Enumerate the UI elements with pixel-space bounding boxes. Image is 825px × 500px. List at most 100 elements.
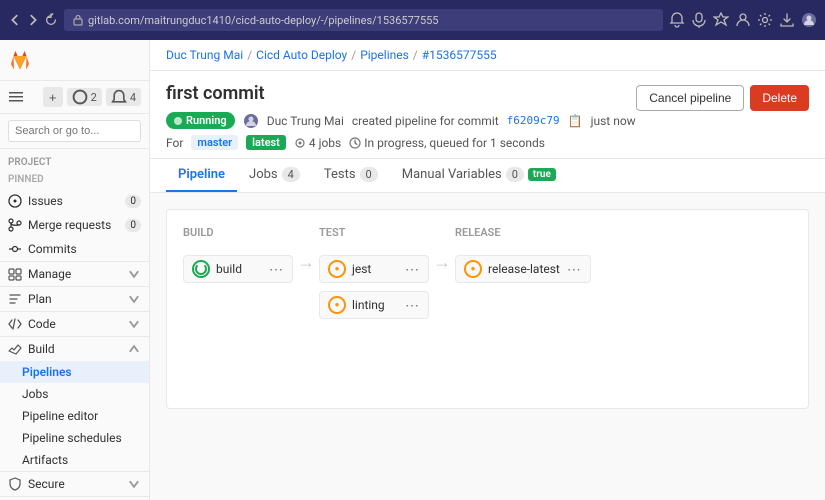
tabs-bar: Pipeline Jobs 4 Tests 0 Manual Variables… bbox=[150, 159, 825, 193]
commit-hash[interactable]: f6209c79 bbox=[507, 114, 560, 127]
sidebar-sub-item-pipelines[interactable]: Pipelines bbox=[0, 361, 149, 383]
job-linting-menu-button[interactable]: ⋯ bbox=[404, 297, 420, 313]
sidebar-group-code-header[interactable]: Code bbox=[0, 312, 149, 336]
job-linting-status-icon bbox=[328, 296, 346, 314]
pipeline-schedules-sub-label: Pipeline schedules bbox=[22, 431, 122, 445]
manage-icon bbox=[8, 267, 22, 281]
merge-requests-label: Merge requests bbox=[28, 218, 111, 232]
issues-label: Issues bbox=[28, 194, 63, 208]
tab-manual-variables[interactable]: Manual Variables 0 true bbox=[390, 159, 568, 192]
tab-tests-badge: 0 bbox=[360, 167, 378, 182]
sidebar-group-plan: Plan bbox=[0, 286, 149, 311]
code-chevron-icon bbox=[127, 317, 141, 331]
sidebar-group-manage-header[interactable]: Manage bbox=[0, 262, 149, 286]
notification-icon[interactable] bbox=[669, 12, 685, 28]
sidebar-item-commits[interactable]: Commits bbox=[0, 237, 149, 261]
stage-release: release release-latest ⋯ bbox=[455, 226, 591, 283]
search-input[interactable] bbox=[8, 120, 141, 142]
job-jest-label: jest bbox=[352, 262, 371, 276]
sidebar-group-plan-header[interactable]: Plan bbox=[0, 287, 149, 311]
sidebar-sub-item-artifacts[interactable]: Artifacts bbox=[0, 449, 149, 471]
latest-badge: latest bbox=[246, 135, 286, 150]
pipeline-graph-area: build build ⋯ → test jest ⋯ bbox=[150, 193, 825, 500]
star-icon[interactable] bbox=[713, 12, 729, 28]
pipeline-editor-sub-label: Pipeline editor bbox=[22, 409, 98, 423]
build-label: Build bbox=[28, 342, 55, 356]
sidebar-actions-bar: + 2 4 bbox=[0, 81, 149, 114]
new-item-button[interactable]: + bbox=[43, 87, 63, 107]
job-jest[interactable]: jest ⋯ bbox=[319, 255, 429, 283]
lock-icon bbox=[72, 14, 84, 26]
progress-text: In progress, queued for 1 seconds bbox=[364, 136, 545, 150]
code-icon bbox=[8, 317, 22, 331]
breadcrumb-part-2[interactable]: Pipelines bbox=[360, 48, 409, 62]
job-release-latest-label: release-latest bbox=[488, 262, 560, 276]
stage-arrow-0: → bbox=[293, 226, 319, 273]
plan-label: Plan bbox=[28, 292, 52, 306]
author-avatar bbox=[243, 113, 259, 129]
progress-item: In progress, queued for 1 seconds bbox=[349, 136, 545, 150]
tab-jobs-badge: 4 bbox=[282, 167, 300, 182]
sidebar-logo-area bbox=[0, 40, 149, 81]
refresh-icon[interactable] bbox=[44, 13, 58, 27]
page-header: first commit Cancel pipeline Delete Runn… bbox=[150, 71, 825, 159]
pipelines-sub-label: Pipelines bbox=[22, 365, 72, 379]
breadcrumb-part-0[interactable]: Duc Trung Mai bbox=[166, 48, 243, 62]
job-release-latest-status-icon bbox=[464, 260, 482, 278]
mic-icon[interactable] bbox=[691, 12, 707, 28]
secure-icon bbox=[8, 477, 22, 491]
forward-icon[interactable] bbox=[26, 13, 40, 27]
job-build[interactable]: build ⋯ bbox=[183, 255, 293, 283]
sidebar-group-build-header[interactable]: Build bbox=[0, 337, 149, 361]
job-build-label: build bbox=[216, 262, 242, 276]
gitlab-logo[interactable] bbox=[8, 48, 32, 72]
jobs-count-item: 4 jobs bbox=[294, 136, 341, 150]
delete-pipeline-button[interactable]: Delete bbox=[750, 85, 809, 111]
job-build-status-icon bbox=[192, 260, 210, 278]
for-label: For bbox=[166, 136, 183, 150]
sidebar-sub-item-jobs[interactable]: Jobs bbox=[0, 383, 149, 405]
tab-new-badge: true bbox=[528, 168, 556, 181]
tab-tests[interactable]: Tests 0 bbox=[312, 159, 390, 192]
branch-badge[interactable]: master bbox=[191, 135, 238, 150]
address-bar[interactable]: gitlab.com/maitrungduc1410/cicd-auto-dep… bbox=[64, 9, 663, 31]
download-icon[interactable] bbox=[779, 12, 795, 28]
time-ago: just now bbox=[591, 114, 636, 128]
breadcrumb-part-1[interactable]: Cicd Auto Deploy bbox=[256, 48, 347, 62]
tab-pipeline-label: Pipeline bbox=[178, 167, 225, 182]
cancel-pipeline-button[interactable]: Cancel pipeline bbox=[636, 85, 744, 111]
job-release-latest[interactable]: release-latest ⋯ bbox=[455, 255, 591, 283]
tab-pipeline[interactable]: Pipeline bbox=[166, 159, 237, 192]
copy-icon[interactable]: 📋 bbox=[568, 114, 583, 128]
code-label: Code bbox=[28, 317, 56, 331]
tab-jobs[interactable]: Jobs 4 bbox=[237, 159, 312, 192]
avatar-icon[interactable] bbox=[801, 12, 817, 28]
sidebar-item-issues[interactable]: Issues 0 bbox=[0, 189, 149, 213]
sidebar-item-merge-requests[interactable]: Merge requests 0 bbox=[0, 213, 149, 237]
job-linting[interactable]: linting ⋯ bbox=[319, 291, 429, 319]
sidebar-group-secure-header[interactable]: Secure bbox=[0, 472, 149, 496]
sidebar-toggle-icon[interactable] bbox=[8, 89, 24, 105]
sidebar-group-build: Build Pipelines Jobs Pipeline editor Pip… bbox=[0, 336, 149, 471]
job-jest-menu-button[interactable]: ⋯ bbox=[404, 261, 420, 277]
merge-requests-icon bbox=[8, 218, 22, 232]
job-linting-label: linting bbox=[352, 298, 385, 312]
back-icon[interactable] bbox=[8, 13, 22, 27]
status-badge: Running bbox=[166, 112, 235, 129]
page-title: first commit bbox=[166, 83, 265, 104]
breadcrumb-part-3[interactable]: #1536577555 bbox=[422, 48, 497, 62]
sidebar-sub-item-pipeline-schedules[interactable]: Pipeline schedules bbox=[0, 427, 149, 449]
sidebar-group-secure: Secure bbox=[0, 471, 149, 496]
pipeline-meta: Running Duc Trung Mai created pipeline f… bbox=[166, 112, 809, 129]
tab-manual-variables-label: Manual Variables bbox=[402, 167, 502, 182]
jobs-icon bbox=[294, 137, 306, 149]
settings-icon[interactable] bbox=[757, 12, 773, 28]
jobs-count-text: 4 jobs bbox=[309, 136, 341, 150]
sidebar-sub-item-pipeline-editor[interactable]: Pipeline editor bbox=[0, 405, 149, 427]
profile-icon[interactable] bbox=[735, 12, 751, 28]
issues-icon bbox=[8, 194, 22, 208]
sidebar: + 2 4 Project Pinned Issues 0 Merge requ… bbox=[0, 40, 150, 500]
job-release-latest-menu-button[interactable]: ⋯ bbox=[566, 261, 582, 277]
breadcrumb: Duc Trung Mai / Cicd Auto Deploy / Pipel… bbox=[150, 40, 825, 71]
job-build-menu-button[interactable]: ⋯ bbox=[268, 261, 284, 277]
